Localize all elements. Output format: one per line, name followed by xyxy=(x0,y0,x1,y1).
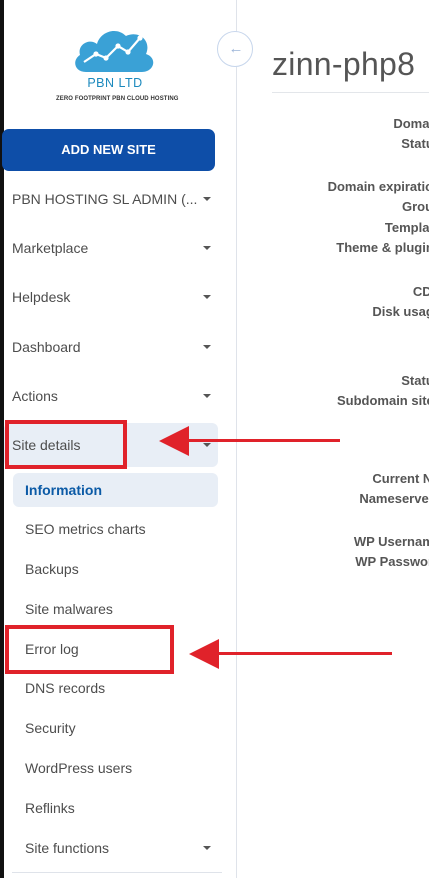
label-nameservers: Nameservers xyxy=(359,491,429,506)
cloud-chart-icon xyxy=(75,30,154,72)
page-title: zinn-php8 xyxy=(272,46,416,82)
chevron-down-icon xyxy=(203,443,211,447)
label-group: Group xyxy=(402,199,429,214)
chevron-down-icon xyxy=(203,295,211,299)
sidebar-subitem-information[interactable]: Information xyxy=(25,479,102,501)
sidebar-subitem-dns-records[interactable]: DNS records xyxy=(25,677,105,699)
sidebar-subitem-security[interactable]: Security xyxy=(25,717,76,739)
sidebar-item-label: Marketplace xyxy=(12,240,89,256)
chevron-down-icon xyxy=(203,345,211,349)
sidebar-subitem-site-functions[interactable]: Site functions xyxy=(25,837,216,859)
add-new-site-button[interactable]: ADD NEW SITE xyxy=(2,129,215,171)
sidebar-subitem-seo-metrics[interactable]: SEO metrics charts xyxy=(25,518,146,540)
arrow-left-icon: ← xyxy=(228,40,244,57)
sidebar-item-label: Dashboard xyxy=(12,339,81,355)
sidebar-item-dashboard[interactable]: Dashboard xyxy=(12,336,216,358)
sidebar-subitem-site-malwares[interactable]: Site malwares xyxy=(25,598,113,620)
sidebar-item-label: Site functions xyxy=(25,840,110,856)
chevron-down-icon xyxy=(203,246,211,250)
label-subdomain-status: Status xyxy=(401,373,429,388)
highlight-error-log xyxy=(5,625,174,674)
logo[interactable]: PBN LTD ZERO FOOTPRINT PBN CLOUD HOSTING xyxy=(56,24,178,110)
logo-tagline: ZERO FOOTPRINT PBN CLOUD HOSTING xyxy=(56,96,179,102)
sidebar-item-helpdesk[interactable]: Helpdesk xyxy=(12,286,216,308)
sidebar-item-actions[interactable]: Actions xyxy=(12,385,216,407)
chevron-down-icon xyxy=(203,846,211,850)
sidebar-item-label: Actions xyxy=(12,388,58,404)
sidebar-item-account[interactable]: PBN HOSTING SL ADMIN (... xyxy=(12,188,216,210)
sidebar-item-label: PBN HOSTING SL ADMIN (... xyxy=(12,191,198,207)
chevron-down-icon xyxy=(203,394,211,398)
label-cdn: CDN xyxy=(412,284,429,299)
label-disk-usage: Disk usage xyxy=(372,304,429,319)
sidebar-bottom-divider xyxy=(12,872,222,873)
label-wp-username: WP Username xyxy=(353,534,429,549)
label-domain-expiration: Domain expiration xyxy=(327,179,429,194)
sidebar-item-marketplace[interactable]: Marketplace xyxy=(12,237,216,259)
sidebar-subitem-backups[interactable]: Backups xyxy=(25,558,79,580)
collapse-sidebar-button[interactable]: ← xyxy=(217,31,253,67)
label-wp-password: WP Password xyxy=(355,554,429,569)
highlight-site-details xyxy=(5,420,127,469)
sidebar-subitem-wordpress-users[interactable]: WordPress users xyxy=(25,757,132,779)
logo-title: PBN LTD xyxy=(87,76,143,90)
label-template: Template xyxy=(384,220,429,235)
label-subdomain-sites: Subdomain sites xyxy=(336,393,429,408)
arrow-site-details-line xyxy=(185,439,340,442)
label-current-ns: Current NS xyxy=(372,471,429,486)
label-domain: Domain xyxy=(393,116,429,131)
sidebar-subitem-reflinks[interactable]: Reflinks xyxy=(25,797,75,819)
sidebar-item-label: Helpdesk xyxy=(12,289,71,305)
label-theme-plugins: Theme & plugins xyxy=(336,240,429,255)
label-status: Status xyxy=(401,136,429,151)
title-divider xyxy=(272,92,429,93)
arrow-error-log-line xyxy=(215,652,392,655)
chevron-down-icon xyxy=(203,197,211,201)
